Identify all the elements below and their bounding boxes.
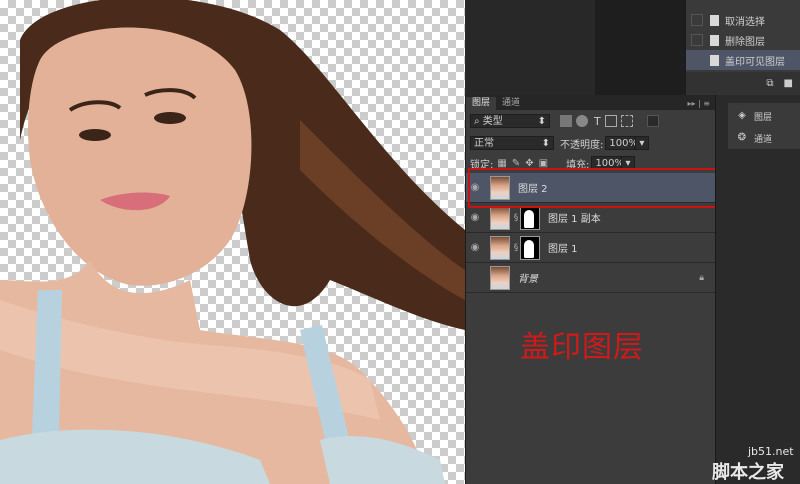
layers-tabbar: 图层 通道 ▸▸ | ≡	[466, 95, 716, 110]
document-canvas[interactable]	[0, 0, 465, 484]
blend-mode-select[interactable]: 正常 ⬍	[470, 136, 554, 150]
lock-brush-icon[interactable]: ✎	[512, 158, 520, 169]
history-panel: 取消选择 删除图层 盖印可见图层 ⧉ ■	[685, 0, 800, 95]
chain-link-icon[interactable]: §	[512, 243, 520, 253]
tab-layers[interactable]: 图层	[466, 97, 497, 110]
eye-icon[interactable]: ◉	[466, 242, 484, 253]
filter-kind-select[interactable]: ⌕ 类型 ⬍	[470, 114, 550, 128]
layer-name[interactable]: 背景	[518, 270, 538, 285]
lock-transparent-icon[interactable]: ▦	[497, 158, 506, 169]
filter-type-icon[interactable]: T	[594, 115, 601, 128]
history-document-icon	[710, 54, 719, 66]
layer-name[interactable]: 图层 1	[548, 240, 578, 255]
history-item[interactable]: 取消选择	[686, 10, 800, 30]
filter-pixel-icon[interactable]	[560, 115, 572, 127]
new-snapshot-icon[interactable]: ⧉	[766, 78, 773, 89]
chevron-down-icon: ▾	[639, 138, 645, 149]
layer-row[interactable]: ◉ § 图层 1	[466, 233, 716, 263]
highlight-box	[468, 168, 718, 208]
layers-panel: 图层 通道 ▸▸ | ≡ ⌕ 类型 ⬍ T 正常 ⬍ 不透明度: 100% ▾ …	[465, 95, 716, 484]
filter-shape-icon[interactable]	[604, 115, 617, 127]
history-item-selected[interactable]: 盖印可见图层	[686, 50, 800, 70]
filter-toggle-icon[interactable]	[646, 115, 659, 127]
layer-thumbnail	[490, 205, 510, 230]
lock-icon: 🔒︎	[699, 272, 704, 283]
chevron-down-icon: ⬍	[537, 116, 546, 127]
chevron-down-icon: ⬍	[541, 138, 550, 149]
history-checkbox[interactable]	[691, 54, 703, 66]
watermark-name: 脚本之家	[712, 462, 784, 483]
filter-row: ⌕ 类型 ⬍ T	[466, 111, 716, 131]
panel-dock: ◈ 图层 ❂ 通道	[715, 95, 800, 484]
history-item-label: 盖印可见图层	[725, 56, 785, 68]
history-item-label: 删除图层	[725, 36, 765, 48]
opacity-input[interactable]: 100%	[605, 136, 638, 150]
layer-name[interactable]: 图层 1 副本	[548, 210, 601, 225]
history-checkbox[interactable]	[691, 14, 703, 26]
dock-item-layers[interactable]: ◈ 图层	[728, 105, 800, 127]
lock-move-icon[interactable]: ✥	[525, 158, 533, 169]
history-document-icon	[710, 34, 719, 46]
filter-adjustment-icon[interactable]	[576, 115, 588, 127]
tab-channels[interactable]: 通道	[496, 97, 526, 110]
annotation-label: 盖印图层	[520, 330, 644, 365]
eye-icon[interactable]: ◉	[466, 212, 484, 223]
layer-mask-thumbnail[interactable]	[520, 235, 540, 260]
history-item[interactable]: 删除图层	[686, 30, 800, 50]
search-icon: ⌕	[474, 116, 480, 127]
layer-mask-thumbnail[interactable]	[520, 205, 540, 230]
dock-item-label: 图层	[754, 112, 773, 123]
layer-row[interactable]: 背景 🔒︎	[466, 263, 716, 293]
history-document-icon	[710, 14, 719, 26]
filter-kind-label: 类型	[482, 116, 503, 127]
blend-mode-value: 正常	[474, 138, 494, 149]
history-item-label: 取消选择	[725, 16, 765, 28]
opacity-dropdown-button[interactable]: ▾	[635, 136, 650, 150]
layer-thumbnail	[490, 235, 510, 260]
panel-menu-icon[interactable]: ▸▸ | ≡	[687, 97, 710, 110]
channels-icon: ❂	[737, 132, 747, 143]
watermark-url: jb51.net	[748, 445, 794, 458]
history-footer: ⧉ ■	[686, 72, 800, 95]
panel-dock-group: ◈ 图层 ❂ 通道	[728, 103, 800, 149]
workspace-background	[595, 0, 685, 95]
history-checkbox[interactable]	[691, 34, 703, 46]
layer-thumbnail	[490, 265, 510, 290]
chain-link-icon[interactable]: §	[512, 213, 520, 223]
opacity-label: 不透明度:	[560, 139, 604, 151]
lock-all-icon[interactable]: ▣	[539, 158, 548, 169]
layers-icon: ◈	[738, 110, 746, 121]
blend-row: 正常 ⬍ 不透明度: 100% ▾	[466, 133, 716, 153]
dock-item-label: 通道	[754, 134, 773, 145]
filter-smart-object-icon[interactable]	[620, 115, 633, 127]
camera-icon[interactable]: ■	[784, 78, 793, 89]
portrait-image	[0, 0, 465, 484]
dock-item-channels[interactable]: ❂ 通道	[728, 127, 800, 149]
